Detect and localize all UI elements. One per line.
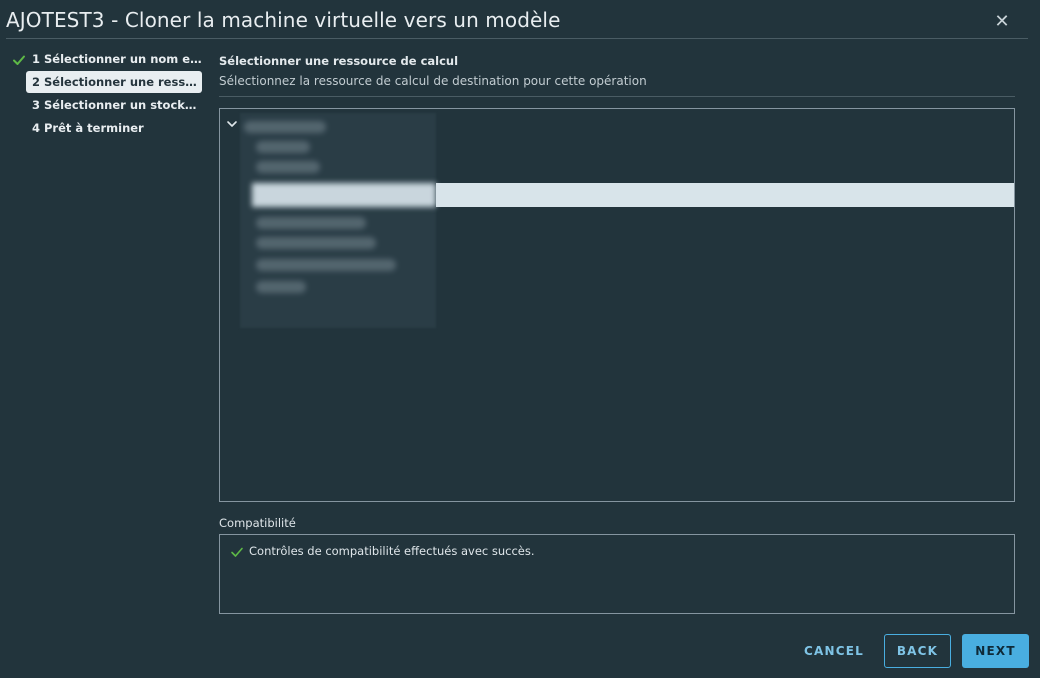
check-icon [231, 547, 243, 557]
wizard-step-4: 4 Prêt à terminer [32, 121, 144, 135]
wizard-step-3: 3 Sélectionner un stockage [32, 98, 202, 112]
title-divider [6, 38, 1028, 39]
dialog-title: AJOTEST3 - Cloner la machine virtuelle v… [6, 8, 561, 32]
section-description: Sélectionnez la ressource de calcul de d… [219, 74, 647, 88]
wizard-step-2[interactable]: 2 Sélectionner une ressource de calcul [26, 71, 202, 93]
section-title: Sélectionner une ressource de calcul [219, 54, 459, 68]
tree-node[interactable] [244, 121, 326, 133]
tree-node[interactable] [256, 281, 306, 293]
section-divider [219, 96, 1015, 97]
wizard-step-1[interactable]: 1 Sélectionner un nom et un dossier [26, 48, 202, 70]
compute-resource-tree[interactable] [219, 108, 1015, 502]
compatibility-panel: Contrôles de compatibilité effectués ave… [219, 534, 1015, 614]
back-button[interactable]: BACK [884, 634, 951, 668]
chevron-down-icon[interactable] [226, 118, 238, 130]
next-button[interactable]: NEXT [962, 634, 1029, 668]
step-completed-check-icon [13, 55, 25, 65]
tree-node[interactable] [256, 141, 310, 153]
tree-node[interactable] [256, 259, 396, 271]
tree-node-selected[interactable] [436, 183, 1014, 207]
close-icon[interactable]: ✕ [992, 12, 1012, 32]
tree-node[interactable] [256, 217, 366, 229]
cancel-button[interactable]: CANCEL [796, 634, 872, 668]
tree-node-selected-label [252, 183, 436, 207]
tree-node[interactable] [256, 237, 376, 249]
compatibility-message: Contrôles de compatibilité effectués ave… [249, 544, 535, 558]
tree-node[interactable] [256, 161, 320, 173]
compatibility-label: Compatibilité [219, 516, 296, 530]
